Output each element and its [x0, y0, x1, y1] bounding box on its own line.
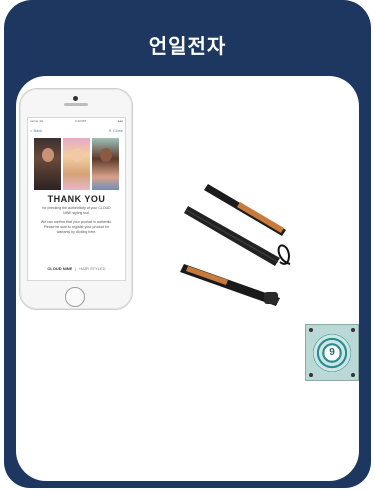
power-cord [277, 244, 291, 265]
camera-icon [73, 96, 78, 101]
model-photo [63, 138, 90, 190]
model-photo [34, 138, 61, 190]
home-button-icon [65, 287, 85, 307]
speaker-grille [64, 103, 88, 106]
model-photo [92, 138, 119, 190]
hair-straightener-image [180, 184, 291, 306]
model-photos [34, 138, 119, 190]
hologram-number: 9 [329, 347, 335, 358]
time-label: 3:43 PM [74, 119, 87, 123]
straightener-middle-arm [184, 206, 280, 266]
brand-footer: CLOUD NINE | HAIR STYLED [47, 266, 106, 271]
phone-screen: carrier 4G 3:43 PM ●●● < Back ✕ Close TH… [27, 117, 126, 281]
message-line-1: for checking the authenticity of your CL… [42, 206, 111, 215]
carrier-label: carrier 4G [30, 119, 44, 123]
thank-you-message: for checking the authenticity of your CL… [38, 206, 115, 235]
hologram-ring: 9 [313, 333, 351, 372]
page-title: 언일전자 [148, 34, 227, 58]
back-link: < Back [30, 127, 43, 133]
straightener-lower-arm [180, 264, 280, 306]
screen-navbar: < Back ✕ Close [30, 126, 123, 134]
message-line-2: We can confirm that your product is auth… [40, 220, 113, 234]
battery-icon: ●●● [117, 119, 123, 123]
brand-tagline: HAIR STYLED [79, 266, 106, 271]
status-bar: carrier 4G 3:43 PM ●●● [30, 119, 123, 125]
close-link: ✕ Close [108, 127, 123, 133]
brand-name: CLOUD NINE [47, 266, 73, 271]
thank-you-heading: THANK YOU [47, 194, 106, 204]
phone-image: carrier 4G 3:43 PM ●●● < Back ✕ Close TH… [19, 88, 133, 310]
hologram-sticker-image: 9 [305, 324, 359, 381]
